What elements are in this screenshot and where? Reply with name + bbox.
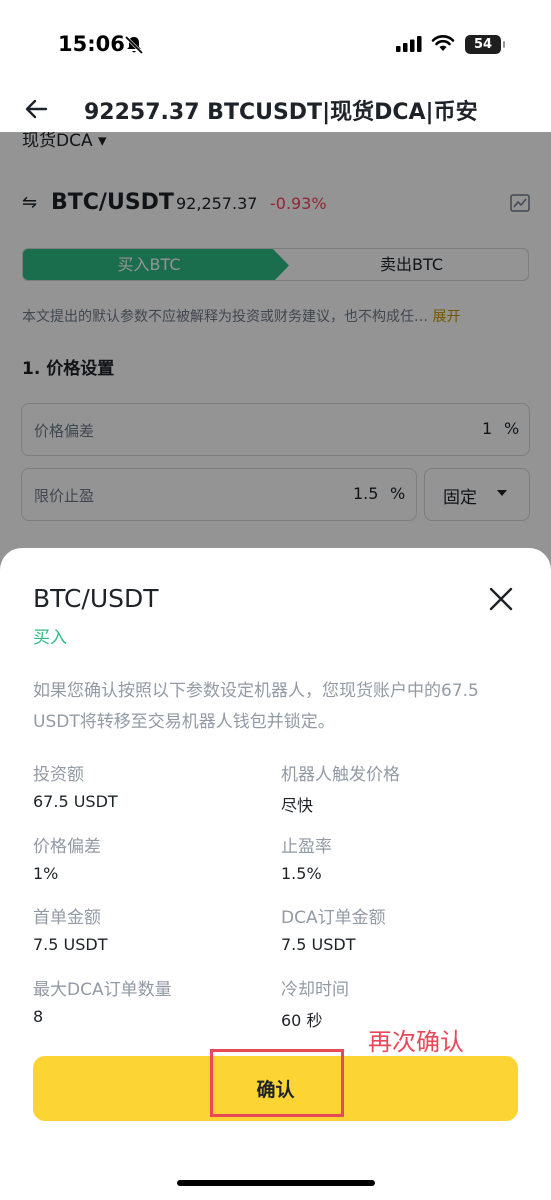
confirm-sheet: BTC/USDT 买入 如果您确认按照以下参数设定机器人，您现货账户中的67.5… [0,548,551,1200]
param-value: 7.5 USDT [33,935,108,954]
param-first-order: 首单金额 7.5 USDT [33,903,263,954]
status-bar: 15:06 54 [0,0,551,88]
param-label: 价格偏差 [33,837,101,857]
param-label: 投资额 [33,765,84,785]
param-label: 机器人触发价格 [281,765,400,785]
param-value: 7.5 USDT [281,935,356,954]
param-value: 67.5 USDT [33,792,118,811]
param-max-dca-orders: 最大DCA订单数量 8 [33,975,263,1026]
param-label: DCA订单金额 [281,908,386,928]
notice-text: 如果您确认按照以下参数设定机器人，您现货账户中的67.5 USDT将转移至交易机… [33,681,479,732]
param-label: 冷却时间 [281,980,349,1000]
param-label: 止盈率 [281,837,332,857]
signal-icon [396,36,422,52]
param-value: 尽快 [281,796,314,815]
param-investment: 投资额 67.5 USDT [33,760,263,811]
param-value: 1% [33,864,59,883]
highlight-box [210,1049,344,1117]
back-arrow-icon[interactable] [24,96,50,122]
bell-muted-icon [124,35,144,55]
page-title: 92257.37 BTCUSDT|现货DCA|币安 [84,100,478,125]
param-take-profit: 止盈率 1.5% [281,832,511,883]
param-label: 首单金额 [33,908,101,928]
header: 92257.37 BTCUSDT|现货DCA|币安 [0,88,551,132]
close-icon[interactable] [488,586,514,612]
wifi-icon [431,35,455,51]
battery-icon: 54 [465,35,505,54]
sheet-title: BTC/USDT [33,584,159,613]
param-trigger-price: 机器人触发价格 尽快 [281,760,511,816]
param-dca-order: DCA订单金额 7.5 USDT [281,903,511,954]
param-value: 1.5% [281,864,322,883]
param-value: 8 [33,1007,44,1026]
param-price-deviation: 价格偏差 1% [33,832,263,883]
side-label: 买入 [33,628,67,648]
status-time: 15:06 [58,32,125,56]
annotation-text: 再次确认 [368,1028,464,1056]
home-indicator [177,1180,375,1186]
param-label: 最大DCA订单数量 [33,980,172,1000]
